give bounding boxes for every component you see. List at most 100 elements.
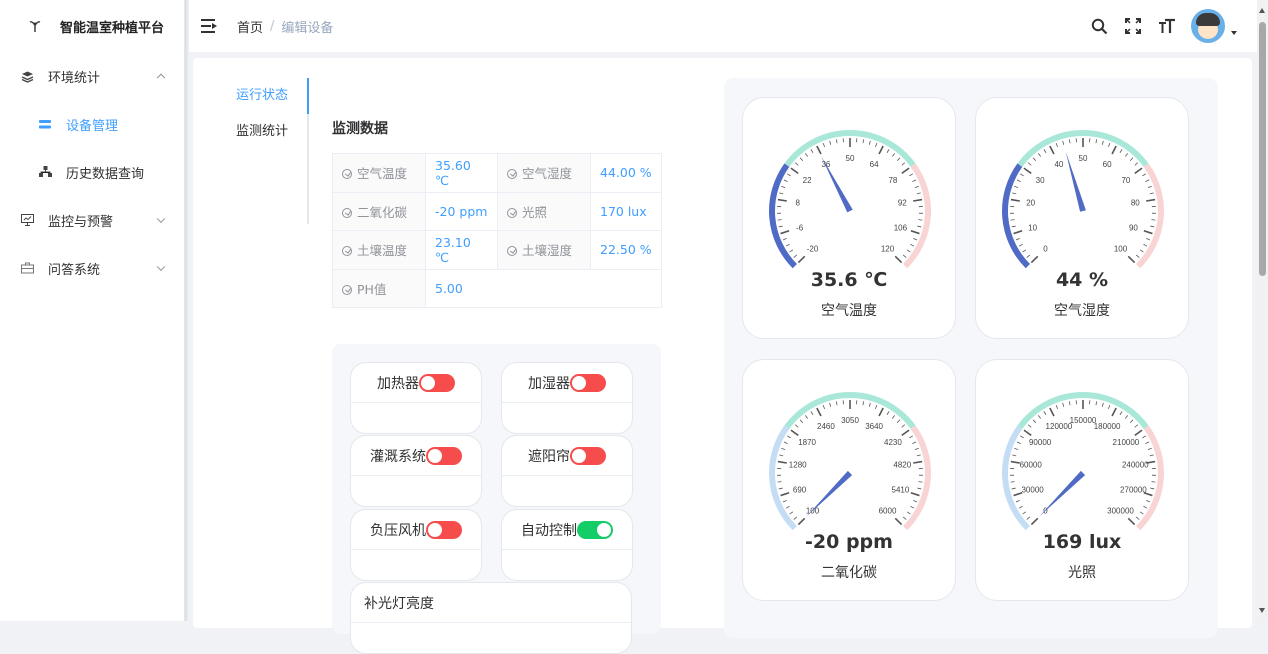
gauge-minor-tick bbox=[1016, 500, 1020, 502]
gauge-minor-tick bbox=[1145, 442, 1149, 444]
gauge-tick-label: 100 bbox=[1114, 245, 1128, 254]
sidebar-item-monitor-alert[interactable]: 监控与预警 bbox=[0, 196, 184, 244]
cell-label: 空气温度 bbox=[357, 166, 407, 181]
gauge-major-tick bbox=[781, 231, 790, 234]
sidebar-item-qa-system[interactable]: 问答系统 bbox=[0, 244, 184, 292]
cell-label: 空气湿度 bbox=[522, 166, 572, 181]
gauge-major-tick bbox=[798, 518, 804, 524]
gauge-dial: 0300006000090000120000150000180000210000… bbox=[976, 360, 1190, 540]
fullscreen-icon[interactable] bbox=[1123, 16, 1143, 36]
gauge-major-tick bbox=[817, 146, 821, 154]
gauge-minor-tick bbox=[830, 141, 831, 145]
sunshade-switch[interactable] bbox=[570, 447, 606, 465]
gauge-minor-tick bbox=[897, 420, 900, 423]
gauge-minor-tick bbox=[1033, 420, 1036, 423]
gauge-major-tick bbox=[1144, 231, 1153, 234]
gauge-minor-tick bbox=[1120, 411, 1122, 414]
gauge-minor-tick bbox=[1023, 250, 1026, 252]
gauge-minor-tick bbox=[1130, 420, 1133, 423]
gauge-minor-tick bbox=[1142, 174, 1145, 176]
gauge-pointer bbox=[1039, 471, 1085, 517]
gauge-minor-tick bbox=[1012, 226, 1016, 227]
gauge-minor-tick bbox=[1063, 141, 1064, 145]
page-scrollbar[interactable] bbox=[1257, 0, 1268, 621]
gauge-minor-tick bbox=[907, 512, 910, 514]
gauge-tick-label: 50 bbox=[846, 154, 855, 163]
gauge-major-tick bbox=[911, 231, 920, 234]
sidebar-item-env-stats[interactable]: 环境统计 bbox=[0, 52, 184, 100]
breadcrumb-current: 编辑设备 bbox=[281, 17, 333, 36]
gauge-tick-label: 8 bbox=[795, 199, 800, 208]
cell-value: 44.00 % bbox=[591, 154, 662, 193]
scroll-up-arrow[interactable] bbox=[1259, 8, 1265, 13]
scroll-thumb[interactable] bbox=[1259, 22, 1266, 276]
cell-label: 二氧化碳 bbox=[357, 205, 407, 220]
gauge-label: 空气温度 bbox=[743, 300, 955, 320]
gauge-value: 169 lux bbox=[976, 531, 1188, 553]
gauge-minor-tick bbox=[1108, 143, 1109, 147]
gauge-minor-tick bbox=[887, 411, 889, 414]
sidebar-item-label: 问答系统 bbox=[48, 259, 100, 278]
gauge-air-humidity: 0102030405060708090100 44 % 空气湿度 bbox=[975, 97, 1189, 339]
gauge-minor-tick bbox=[1038, 153, 1040, 156]
gauge-minor-tick bbox=[795, 163, 798, 166]
gauge-icon bbox=[342, 169, 352, 179]
control-heater: 加热器 bbox=[350, 362, 482, 434]
cell-value: -20 ppm bbox=[426, 192, 498, 231]
briefcase-icon bbox=[20, 261, 34, 275]
gauge-icon bbox=[342, 208, 352, 218]
gauge-tick-label: 210000 bbox=[1113, 438, 1140, 447]
gauge-tick-label: 60000 bbox=[1020, 461, 1043, 470]
gauge-co2: 1006901280187024603050364042304820541060… bbox=[742, 359, 956, 601]
gauge-major-tick bbox=[1135, 168, 1142, 173]
humidifier-switch[interactable] bbox=[570, 374, 606, 392]
sidebar-item-history-query[interactable]: 历史数据查询 bbox=[0, 148, 184, 196]
sidebar-item-device-management[interactable]: 设备管理 bbox=[0, 100, 184, 148]
font-size-icon[interactable] bbox=[1157, 16, 1177, 36]
gauge-minor-tick bbox=[887, 149, 889, 152]
gauge-minor-tick bbox=[1044, 149, 1046, 152]
gauge-minor-tick bbox=[1130, 158, 1133, 161]
sidebar-toggle-icon[interactable] bbox=[201, 19, 217, 33]
gauge-minor-tick bbox=[863, 401, 864, 405]
gauge-minor-tick bbox=[1028, 425, 1031, 428]
tab-run-status[interactable]: 运行状态 bbox=[223, 78, 307, 114]
gauge-minor-tick bbox=[912, 180, 916, 182]
breadcrumb-home[interactable]: 首页 bbox=[237, 17, 263, 36]
gauge-minor-tick bbox=[787, 436, 790, 438]
gauge-tick-label: 36 bbox=[821, 160, 830, 169]
control-label: 灌溉系统 bbox=[370, 446, 426, 466]
gauge-major-tick bbox=[1135, 430, 1142, 435]
scroll-down-arrow[interactable] bbox=[1259, 608, 1265, 613]
gauge-minor-tick bbox=[913, 500, 917, 502]
exhaust-fan-switch[interactable] bbox=[426, 521, 462, 539]
gauge-value: 35.6 ℃ bbox=[743, 269, 955, 291]
control-exhaust-fan: 负压风机 bbox=[350, 509, 482, 581]
irrigation-switch[interactable] bbox=[426, 447, 462, 465]
gauge-minor-tick bbox=[1142, 436, 1145, 438]
gauge-minor-tick bbox=[1125, 415, 1127, 418]
auto-control-switch[interactable] bbox=[577, 521, 613, 539]
tab-monitor-stats[interactable]: 监测统计 bbox=[223, 114, 307, 150]
device-control-panel: 加热器 加湿器 灌溉系统 遮阳帘 负压风机 自动控制 补光灯亮度 bbox=[332, 344, 661, 634]
app-logo[interactable]: 智能温室种植平台 bbox=[0, 0, 184, 52]
gauge-major-tick bbox=[1024, 168, 1031, 173]
breadcrumb-separator: / bbox=[270, 19, 274, 34]
gauge-tick-label: 690 bbox=[793, 485, 807, 494]
gauge-minor-tick bbox=[794, 517, 797, 520]
gauge-minor-tick bbox=[1145, 180, 1149, 182]
cell-value: 22.50 % bbox=[591, 231, 662, 270]
search-icon[interactable] bbox=[1089, 16, 1109, 36]
heater-switch[interactable] bbox=[419, 374, 455, 392]
user-avatar[interactable] bbox=[1191, 9, 1225, 43]
content-card: 运行状态 监测统计 监测数据 空气温度 35.60 ℃ 空气湿度 44.00 %… bbox=[193, 58, 1252, 628]
caret-down-icon[interactable] bbox=[1231, 31, 1237, 35]
gauge-minor-tick bbox=[869, 403, 870, 407]
gauge-icon bbox=[507, 208, 517, 218]
gauge-minor-tick bbox=[1027, 517, 1030, 520]
control-label: 自动控制 bbox=[521, 520, 577, 540]
cell-value: 23.10 ℃ bbox=[426, 231, 498, 270]
gauge-minor-tick bbox=[836, 401, 837, 405]
gauge-major-tick bbox=[1011, 200, 1020, 201]
table-row: 土壤温度 23.10 ℃ 土壤湿度 22.50 % bbox=[333, 231, 662, 270]
